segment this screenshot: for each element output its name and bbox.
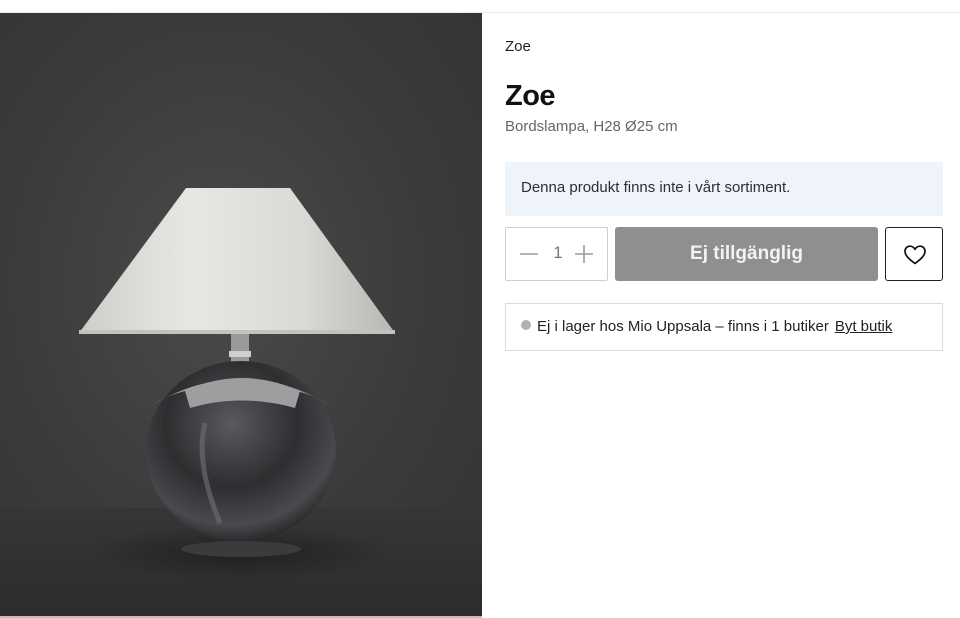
change-store-link[interactable]: Byt butik (835, 318, 893, 335)
assortment-notice: Denna produkt finns inte i vårt sortimen… (505, 162, 943, 216)
product-title: Zoe (505, 80, 556, 112)
stock-status-dot (521, 320, 531, 330)
stock-status: Ej i lager hos Mio Uppsala – finns i 1 b… (505, 303, 943, 351)
wishlist-button[interactable] (885, 227, 943, 281)
minus-icon[interactable] (519, 244, 539, 264)
quantity-stepper: 1 (505, 227, 608, 281)
product-subtitle: Bordslampa, H28 Ø25 cm (505, 118, 678, 135)
notice-text: Denna produkt finns inte i vårt sortimen… (521, 179, 791, 196)
stock-status-text: Ej i lager hos Mio Uppsala – finns i 1 b… (537, 318, 829, 335)
quantity-value[interactable]: 1 (550, 243, 566, 263)
lamp-illustration (79, 188, 395, 581)
product-brand: Zoe (505, 38, 531, 55)
heart-icon (904, 245, 926, 265)
product-image (0, 13, 482, 616)
unavailable-button[interactable]: Ej tillgänglig (615, 227, 878, 281)
plus-icon[interactable] (574, 244, 594, 264)
